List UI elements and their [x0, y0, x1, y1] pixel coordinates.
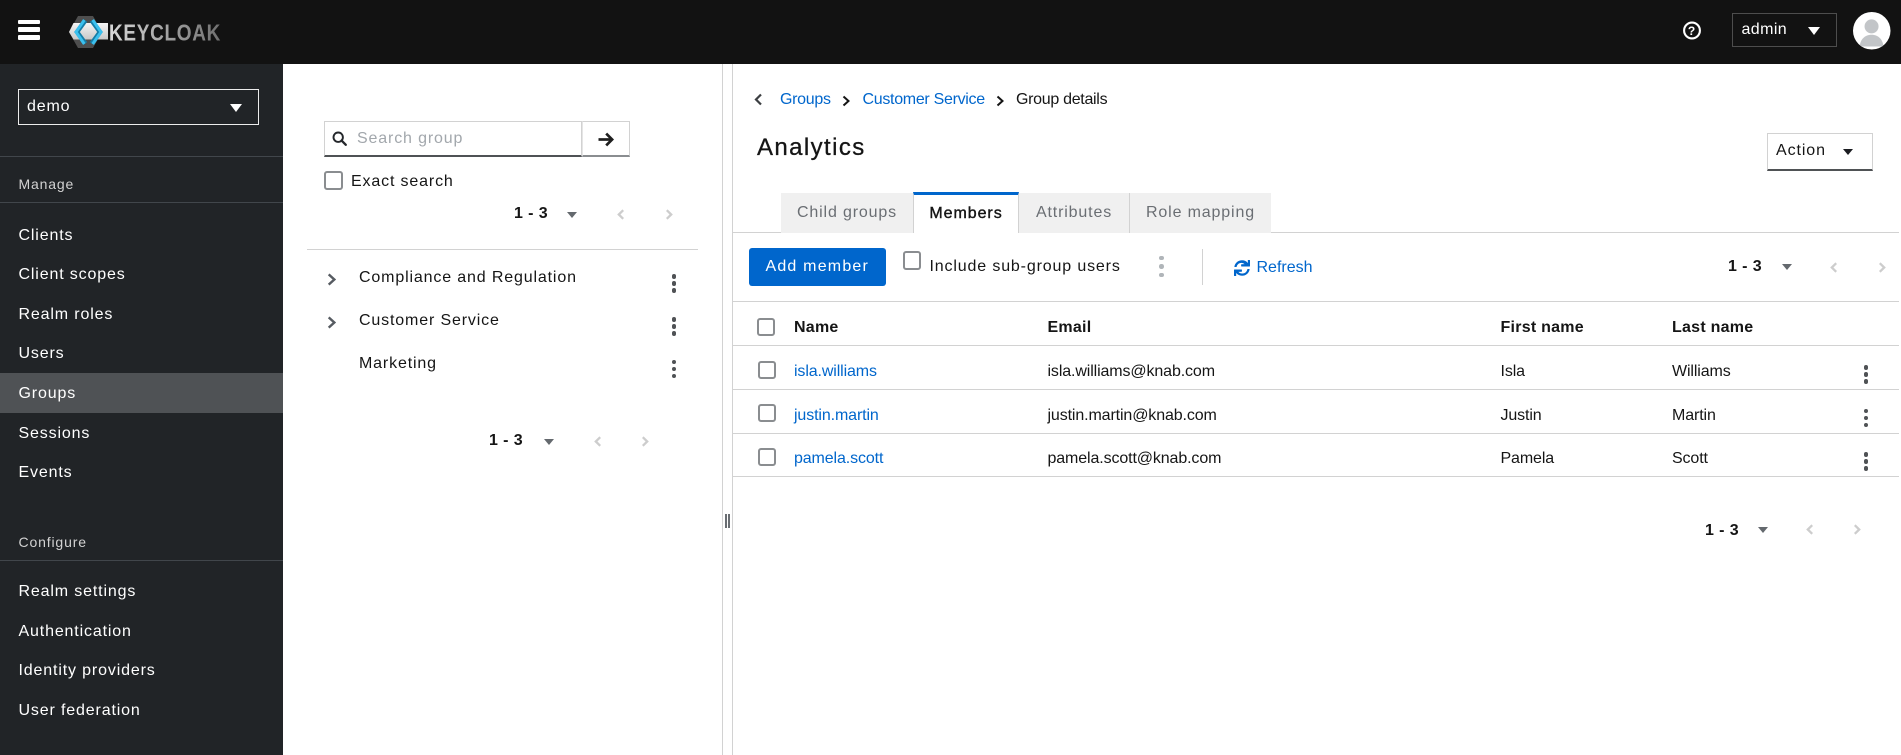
svg-text:?: ? — [1687, 23, 1695, 37]
svg-text:KEYCLOAK: KEYCLOAK — [109, 20, 221, 46]
